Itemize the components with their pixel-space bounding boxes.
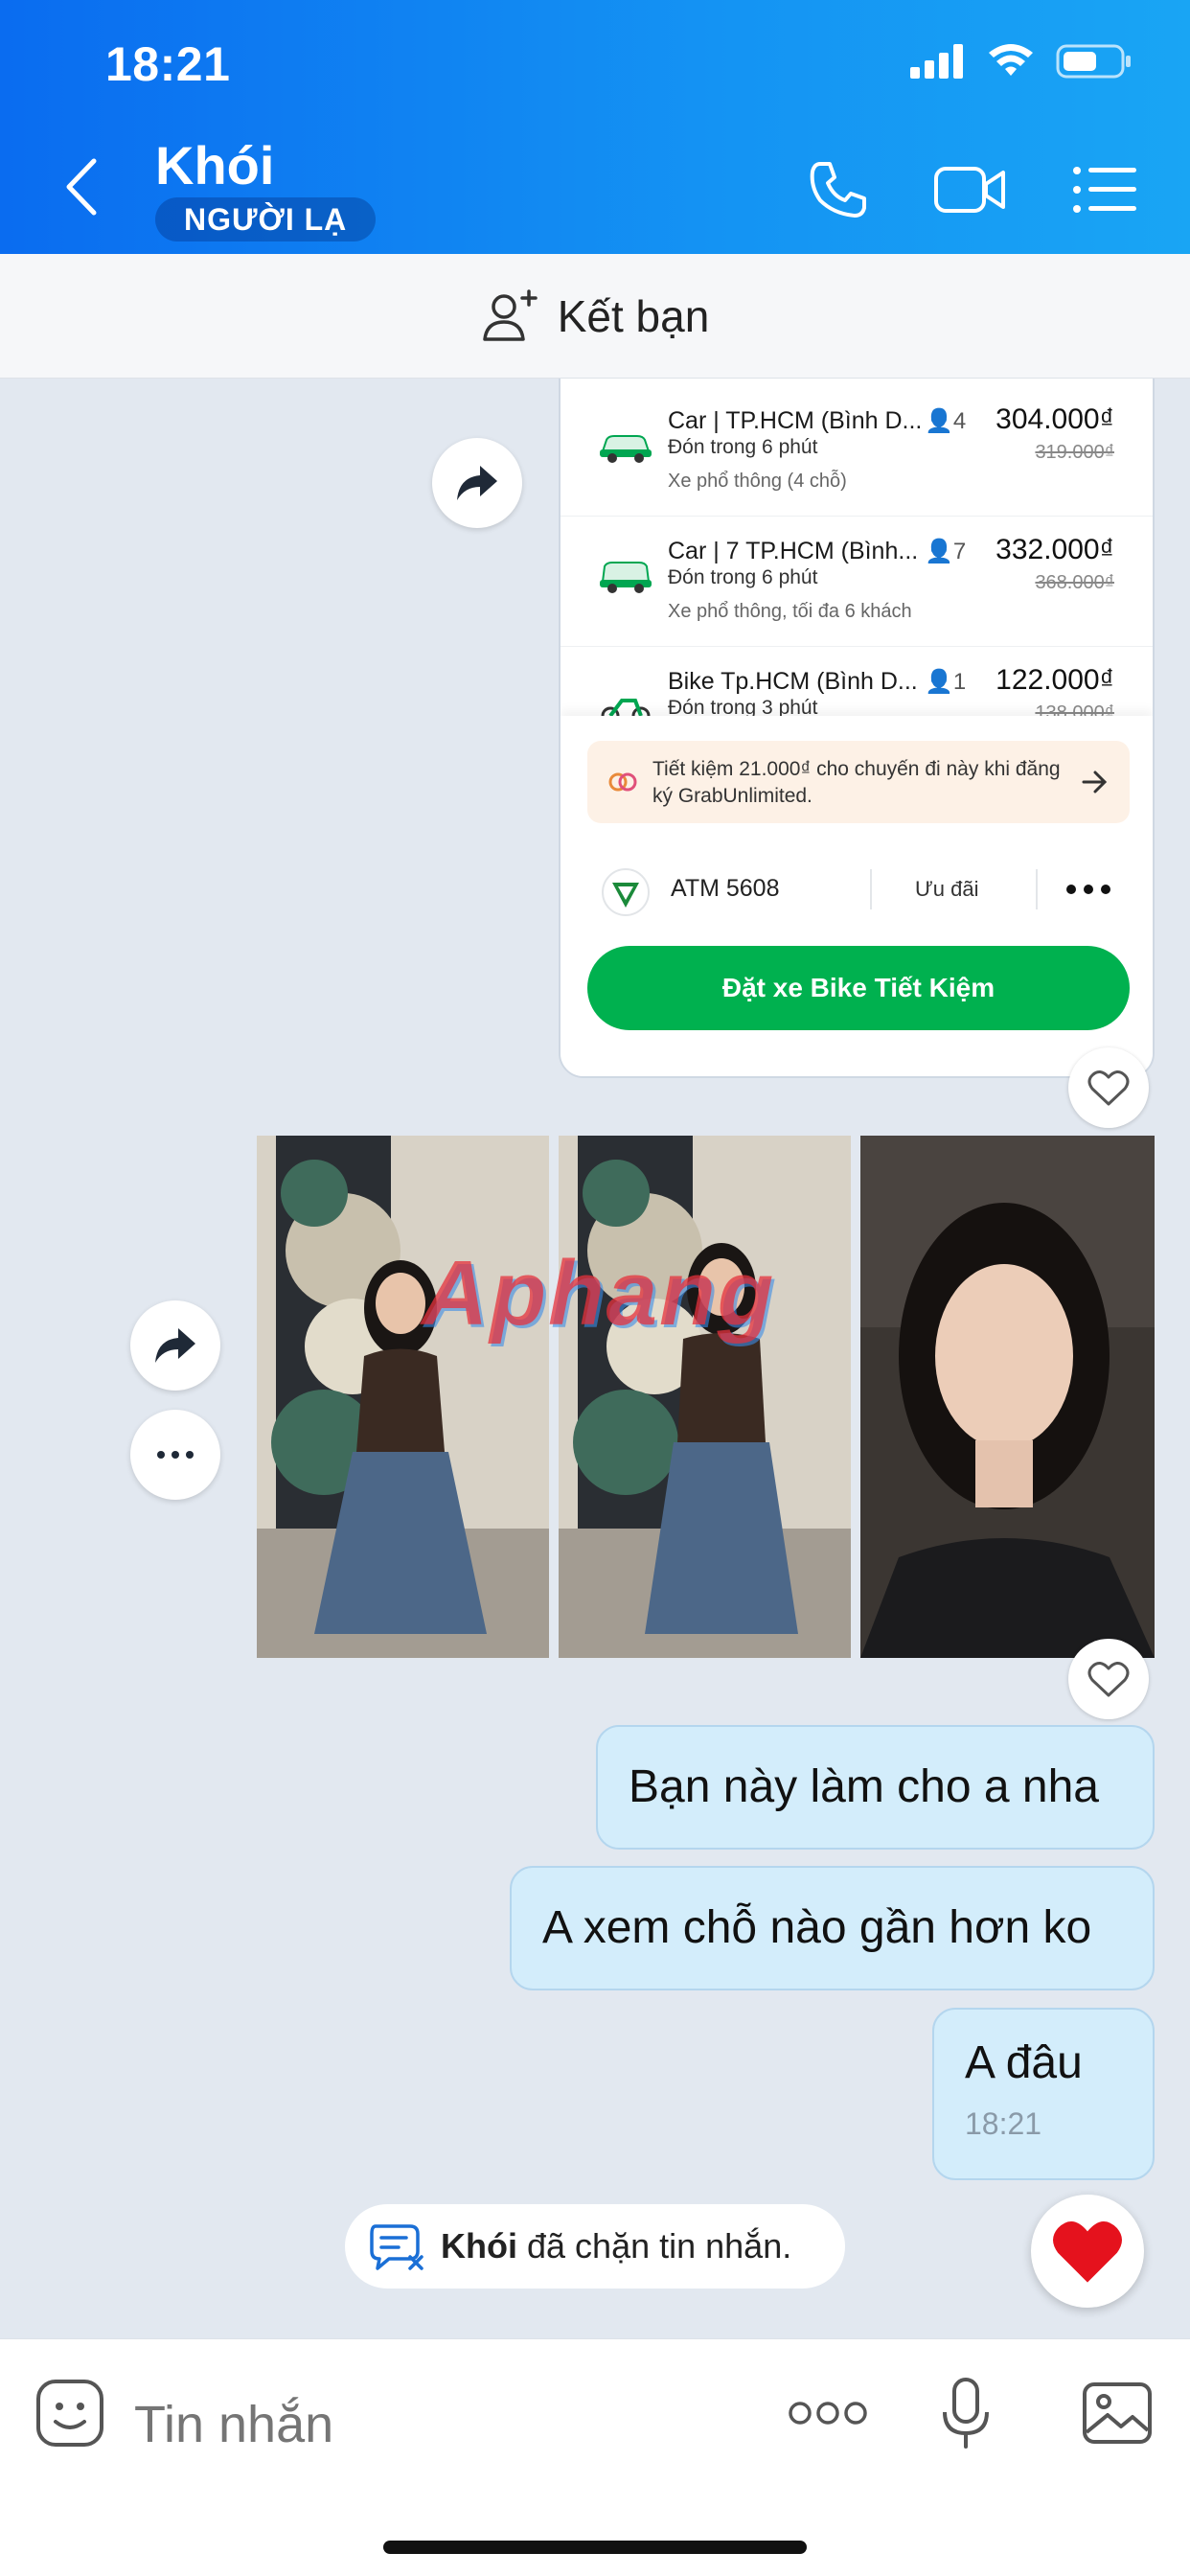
blocked-notice: Khói đã chặn tin nhắn. (345, 2204, 845, 2288)
divider (1036, 869, 1038, 909)
react-button[interactable] (1068, 1047, 1149, 1128)
gallery-button[interactable] (1081, 2370, 1154, 2456)
stranger-badge: NGƯỜI LẠ (155, 197, 377, 242)
ride-option: Bike Tp.HCM (Bình D... 👤1 Đón trong 3 ph… (561, 647, 1153, 722)
phone-icon (810, 162, 866, 218)
video-call-button[interactable] (927, 153, 1014, 226)
heart-outline-icon (1087, 1070, 1130, 1106)
message-text: A đâu (965, 2037, 1083, 2088)
battery-icon (1056, 44, 1131, 79)
add-friend-bar[interactable]: Kết bạn (0, 254, 1190, 379)
message-time: 18:21 (965, 2106, 1042, 2141)
grabunlimited-icon (608, 772, 637, 792)
wifi-icon (989, 44, 1033, 76)
add-user-icon (482, 288, 538, 341)
car-icon (600, 562, 652, 593)
message-bubble[interactable]: Bạn này làm cho a nha (596, 1725, 1155, 1850)
forward-button[interactable] (130, 1300, 220, 1391)
status-time: 18:21 (105, 37, 231, 91)
more-button[interactable] (788, 2370, 868, 2456)
heart-filled-icon (1053, 2221, 1122, 2283)
back-button[interactable] (57, 153, 105, 220)
more-dots-icon (1066, 885, 1110, 894)
call-button[interactable] (795, 153, 881, 226)
menu-button[interactable] (1062, 153, 1148, 226)
ride-price: 332.000₫ (995, 534, 1114, 565)
photo-2[interactable] (559, 1136, 851, 1658)
more-dots-icon (157, 1451, 194, 1459)
arrow-right-icon (1082, 770, 1108, 794)
forward-button[interactable] (432, 438, 522, 528)
message-text: Bạn này làm cho a nha (629, 1761, 1099, 1812)
signal-icon (910, 44, 963, 79)
message-input[interactable] (134, 2381, 709, 2468)
photo-image (559, 1136, 851, 1658)
ride-old-price: 319.000₫ (1035, 442, 1114, 463)
video-camera-icon (934, 167, 1005, 213)
ride-seats: 👤7 (925, 539, 967, 564)
more-options-button[interactable] (130, 1410, 220, 1500)
book-ride-button: Đặt xe Bike Tiết Kiệm (587, 946, 1130, 1030)
more-dots-icon (789, 2402, 867, 2425)
contact-name[interactable]: Khói (155, 134, 274, 196)
ride-seats: 👤1 (925, 669, 967, 695)
promo-banner: Tiết kiệm 21.000₫ cho chuyến đi này khi … (587, 741, 1130, 823)
ride-description: Xe phổ thông, tối đa 6 khách (668, 601, 912, 622)
chevron-left-icon (66, 158, 97, 216)
chat-header: 18:21 Khói NGƯỜI LẠ (0, 0, 1190, 254)
ride-description: Xe phổ thông (4 chỗ) (668, 471, 847, 492)
sticker-face-icon (36, 2380, 103, 2447)
offers-label: Ưu đãi (915, 877, 979, 901)
promo-text: Tiết kiệm 21.000₫ cho chuyến đi này khi … (652, 758, 1061, 807)
sticker-button[interactable] (34, 2370, 105, 2456)
blocker-name: Khói (441, 2226, 517, 2266)
share-arrow-icon (457, 466, 497, 500)
voice-button[interactable] (941, 2370, 991, 2456)
image-icon (1083, 2382, 1152, 2444)
message-text: A xem chỗ nào gần hơn ko (542, 1902, 1092, 1953)
ride-list: Car | TP.HCM (Bình D... 👤4 Đón trong 6 p… (561, 386, 1153, 722)
payment-row: ATM 5608 Ưu đãi (561, 850, 1153, 927)
ride-option: Car | 7 TP.HCM (Bình... 👤7 Đón trong 6 p… (561, 517, 1153, 647)
bank-logo-icon (602, 868, 650, 916)
photo-image (257, 1136, 549, 1658)
chat-area[interactable]: Car | TP.HCM (Bình D... 👤4 Đón trong 6 p… (0, 379, 1190, 2338)
add-friend-label: Kết bạn (557, 290, 710, 341)
ride-eta: Đón trong 6 phút (668, 566, 818, 588)
message-bubble[interactable]: A xem chỗ nào gần hơn ko (510, 1866, 1155, 1990)
microphone-icon (943, 2378, 989, 2449)
react-button[interactable] (1068, 1639, 1149, 1719)
photo-3[interactable] (860, 1136, 1155, 1658)
message-bubble[interactable]: A đâu 18:21 (932, 2008, 1155, 2180)
ride-name: Car | 7 TP.HCM (Bình... (668, 538, 919, 564)
ride-name: Bike Tp.HCM (Bình D... (668, 668, 918, 695)
home-indicator (383, 2541, 807, 2554)
list-menu-icon (1073, 167, 1136, 213)
status-icons (910, 42, 1133, 80)
watermark: Aphang (422, 1242, 776, 1345)
grab-bottom-sheet: Tiết kiệm 21.000₫ cho chuyến đi này khi … (561, 716, 1153, 1076)
ride-seats: 👤4 (925, 408, 967, 434)
blocked-message-icon (370, 2224, 423, 2270)
grab-screenshot-card[interactable]: Car | TP.HCM (Bình D... 👤4 Đón trong 6 p… (559, 379, 1155, 1078)
payment-method: ATM 5608 (671, 875, 780, 902)
ride-eta: Đón trong 6 phút (668, 436, 818, 458)
ride-old-price: 368.000₫ (1035, 572, 1114, 593)
photo-image (860, 1136, 1155, 1658)
blocked-text: đã chặn tin nhắn. (527, 2226, 792, 2266)
heart-outline-icon (1087, 1662, 1130, 1697)
ride-price: 304.000₫ (995, 403, 1114, 435)
ride-name: Car | TP.HCM (Bình D... (668, 407, 923, 434)
ride-option: Car | TP.HCM (Bình D... 👤4 Đón trong 6 p… (561, 386, 1153, 517)
heart-reaction-button[interactable] (1031, 2195, 1144, 2308)
message-composer (0, 2338, 1190, 2576)
share-arrow-icon (155, 1328, 195, 1363)
divider (870, 869, 872, 909)
car-icon (600, 435, 652, 463)
ride-price: 122.000₫ (995, 664, 1114, 696)
photo-1[interactable] (257, 1136, 549, 1658)
